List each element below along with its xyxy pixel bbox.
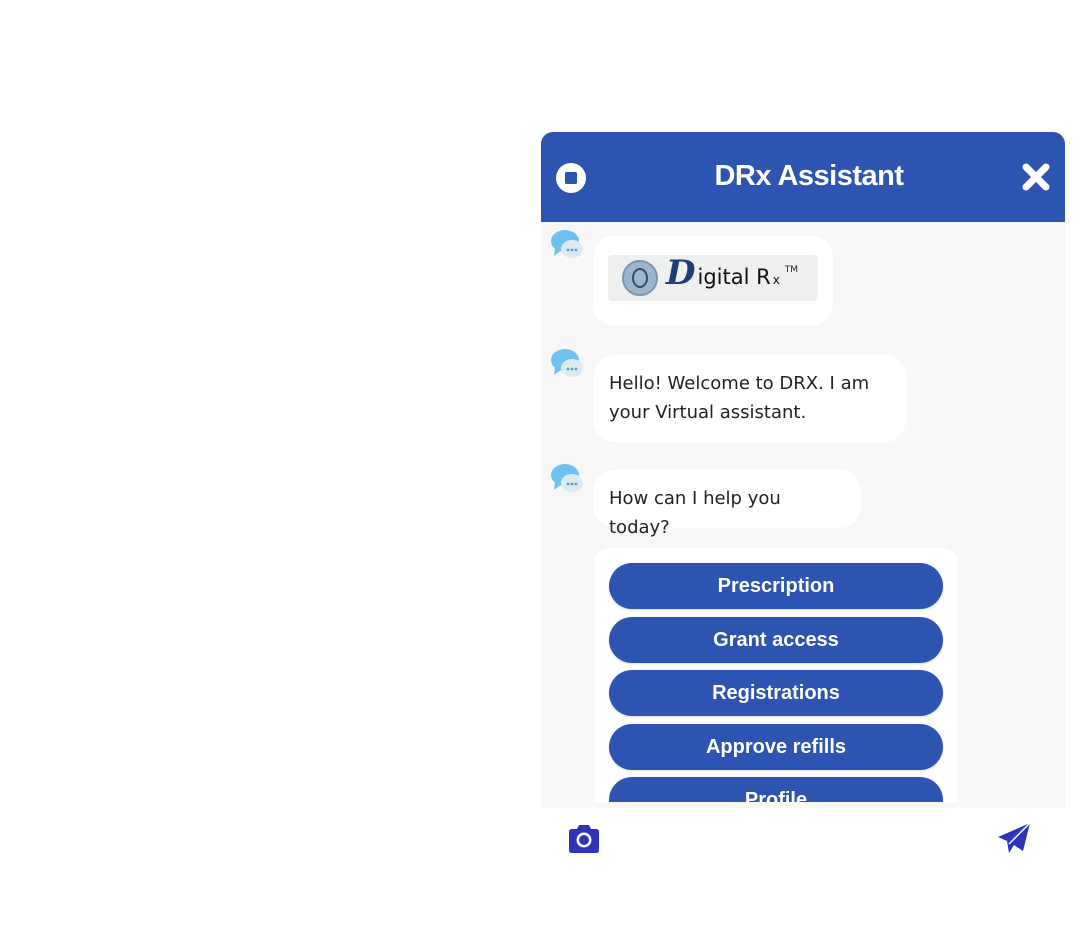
bot-avatar-icon xyxy=(551,230,583,258)
option-profile-button[interactable]: Profile xyxy=(609,777,943,802)
logo-message-bubble: Digital Rx TM xyxy=(593,236,833,326)
message-bubble: How can I help you today? xyxy=(593,470,861,538)
logo-subscript: x xyxy=(772,273,780,287)
option-registrations-button[interactable]: Registrations xyxy=(609,670,943,716)
option-prescription-button[interactable]: Prescription xyxy=(609,563,943,609)
option-grant-access-button[interactable]: Grant access xyxy=(609,617,943,663)
logo-trademark: TM xyxy=(784,265,798,275)
quick-reply-options: Prescription Grant access Registrations … xyxy=(594,548,958,802)
digital-rx-logo: Digital Rx TM xyxy=(608,255,818,301)
close-icon[interactable] xyxy=(1021,162,1051,192)
chat-widget: DRx Assistant Digital Rx TM Hello! Welco… xyxy=(541,132,1065,876)
message-bubble: Hello! Welcome to DRX. I am your Virtual… xyxy=(593,355,906,442)
chat-footer xyxy=(541,808,1065,876)
logo-word: igital R xyxy=(697,265,771,289)
bot-avatar-icon xyxy=(551,464,583,492)
camera-icon[interactable] xyxy=(566,822,602,858)
option-approve-refills-button[interactable]: Approve refills xyxy=(609,724,943,770)
logo-letter-d: D xyxy=(666,255,696,293)
message-list[interactable]: Digital Rx TM Hello! Welcome to DRX. I a… xyxy=(541,222,1065,802)
bot-avatar-icon xyxy=(551,349,583,377)
logo-emblem-icon xyxy=(622,260,658,296)
chat-title: DRx Assistant xyxy=(714,160,904,192)
send-icon[interactable] xyxy=(997,822,1031,856)
chat-header: DRx Assistant xyxy=(541,132,1065,222)
